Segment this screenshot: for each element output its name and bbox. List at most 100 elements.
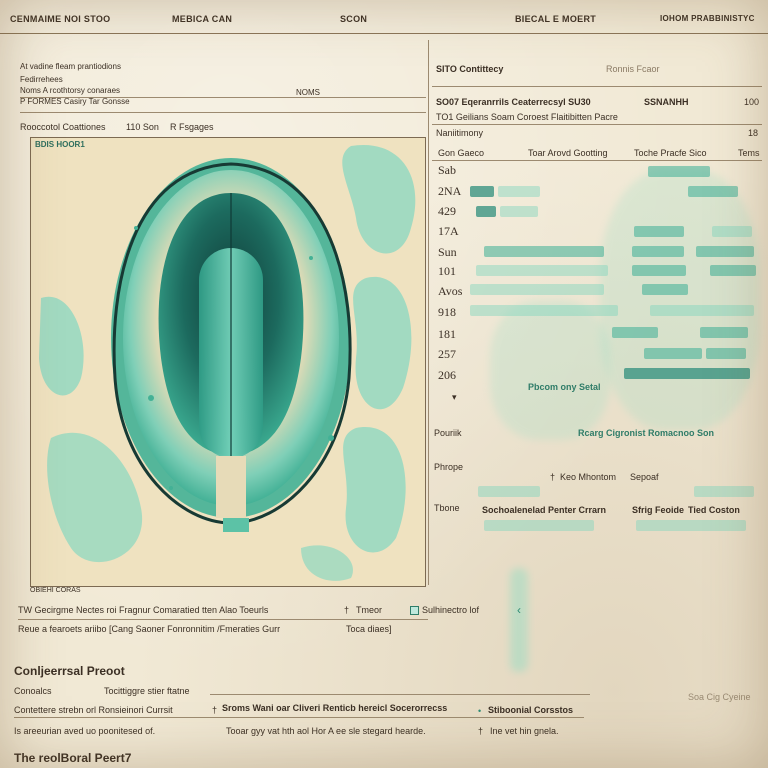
table-header-rule	[432, 160, 762, 161]
report-footer: The reolBoral Peert7	[14, 751, 132, 765]
report-rule	[210, 694, 590, 695]
table-bar	[484, 246, 604, 257]
notes-line1-c: Sulhinectro lof	[422, 605, 480, 615]
scan-image	[39, 144, 416, 581]
table-bar	[632, 246, 684, 257]
right-row3-val: 18	[748, 128, 759, 138]
patient-line2: Fedirrehees	[20, 75, 63, 84]
report-line2-dot-icon: •	[478, 706, 482, 716]
legend-row3-col1: Sochoalenelad Penter Crrarn	[482, 505, 607, 515]
table-bar	[648, 166, 710, 177]
legend-row2-bullet-icon: †	[550, 472, 556, 482]
table-footnote: Pbcom ony Setal	[528, 382, 601, 392]
table-bar	[624, 368, 750, 379]
report-rule-2	[14, 717, 584, 718]
header-report: BIECAL E MOERT	[515, 14, 597, 24]
patient-line3-value: NOMS	[296, 88, 320, 97]
legend-row2-text: Keo Mhontom	[560, 472, 617, 482]
table-row-label-9: 257	[438, 347, 456, 361]
table-row-label-10: 206	[438, 368, 456, 382]
table-row-label-5: 101	[438, 264, 456, 278]
table-row-label-6: Avos	[438, 284, 463, 298]
table-bar	[688, 186, 738, 197]
column-divider	[428, 40, 429, 585]
table-bar	[632, 265, 686, 276]
table-bar	[700, 327, 748, 338]
report-line3-c: Ine vet hin gnela.	[490, 726, 559, 736]
right-row1: SO07 Eqeranrrils Ceaterrecsyl SU30	[436, 97, 591, 107]
right-row2: TO1 Geilians Soam Coroest Flaitibitten P…	[436, 112, 618, 122]
legend-row3-col2: Sfrig Feoide	[632, 505, 685, 515]
report-line2-bullet-icon: †	[212, 705, 218, 715]
header-left: CENMAIME NOI STOO	[10, 14, 111, 24]
legend-bar	[484, 520, 594, 531]
table-header-3[interactable]: Tems	[738, 148, 760, 158]
table-header-1[interactable]: Toar Arovd Gootting	[528, 148, 608, 158]
right-row1-mid: SSNANHH	[644, 97, 689, 107]
table-bar	[634, 226, 684, 237]
report-right-note: Soa Cig Cyeine	[688, 692, 751, 702]
wash-area-1	[600, 170, 760, 430]
right-panel-subtitle: Ronnis Fcaor	[606, 64, 660, 74]
table-bar	[696, 246, 754, 257]
chevron-left-icon[interactable]: ‹	[517, 603, 521, 617]
scan-label: BDIS HOOR1	[35, 140, 85, 149]
legend-bar	[478, 486, 540, 497]
notes-rule	[18, 619, 428, 620]
report-line2: Contettere strebn orl Ronsieinori Currsi…	[14, 705, 173, 715]
right-panel-title: SITO Contittecy	[436, 64, 504, 74]
table-bar	[612, 327, 658, 338]
notes-line1-b: Tmeor	[356, 605, 383, 615]
scan-caption: OBIEHI CORAS	[30, 587, 81, 594]
table-row-label-7: 918	[438, 305, 456, 319]
table-bullet-icon: ▾	[452, 392, 457, 402]
report-title: Conljeerrsal Preoot	[14, 664, 125, 678]
wash-area-2	[490, 300, 610, 440]
legend-row2-label: Phrope	[434, 462, 464, 472]
table-bar	[644, 348, 702, 359]
legend-row3-label: Tbone	[434, 503, 460, 513]
table-row-label-4: Sun	[438, 245, 457, 259]
table-header-0[interactable]: Gon Gaeco	[438, 148, 484, 158]
legend-bar	[694, 486, 754, 497]
header-scon: SCON	[340, 14, 368, 24]
right-panel-rule-2	[432, 124, 762, 125]
table-bar	[470, 284, 604, 295]
table-row-label-0: Sab	[438, 163, 456, 177]
report-line2-b: Sroms Wani oar Cliveri Renticb hereicl S…	[222, 703, 448, 713]
table-bar	[710, 265, 756, 276]
right-row1-val: 100	[744, 97, 760, 107]
scan-image-panel[interactable]: BDIS HOOR1	[30, 137, 426, 587]
right-panel-rule	[432, 86, 762, 87]
header-divider	[0, 33, 768, 34]
patient-line5-value: 110 Son	[126, 122, 159, 132]
table-bar	[470, 305, 618, 316]
header-right: IOHOM PRABBINISTYC	[660, 14, 755, 23]
table-bar	[712, 226, 752, 237]
table-bar	[650, 305, 754, 316]
teal-drip	[510, 568, 528, 672]
patient-line5-label: Rooccotol Coattiones	[20, 122, 106, 132]
report-line3-bullet-icon: †	[478, 726, 484, 736]
notes-line1-bullet-icon: †	[344, 605, 350, 615]
table-bar	[498, 186, 540, 197]
table-header-2[interactable]: Toche Pracfe Sico	[634, 148, 707, 158]
notes-line2-b: Toca diaes]	[346, 624, 392, 634]
right-row3: Naniitimony	[436, 128, 484, 138]
patient-line1: At vadine fleam prantiodions	[20, 62, 121, 71]
patient-line4: P FORMES Casiry Tar Gonsse	[20, 97, 130, 106]
legend-bar	[636, 520, 746, 531]
notes-line1: TW Gecirgme Nectes roi Fragnur Comaratie…	[18, 605, 269, 615]
legend-row1-text: Rcarg Cigronist Romacnoo Son	[578, 428, 715, 438]
report-line1: Conoalcs	[14, 686, 52, 696]
table-bar	[500, 206, 538, 217]
patient-line3: Noms A rcothtorsy conaraes	[20, 86, 121, 95]
table-row-label-2: 429	[438, 204, 456, 218]
table-bar	[476, 265, 608, 276]
table-bar	[706, 348, 746, 359]
report-line1-b: Tocittiggre stier ftatne	[104, 686, 190, 696]
report-line3: Is areeurian aved uo poonitesed of.	[14, 726, 156, 736]
notes-checkbox[interactable]	[410, 606, 419, 615]
legend-row2-text2: Sepoaf	[630, 472, 659, 482]
report-line3-b: Tooar gyy vat hth aol Hor A ee sle stega…	[226, 726, 426, 736]
